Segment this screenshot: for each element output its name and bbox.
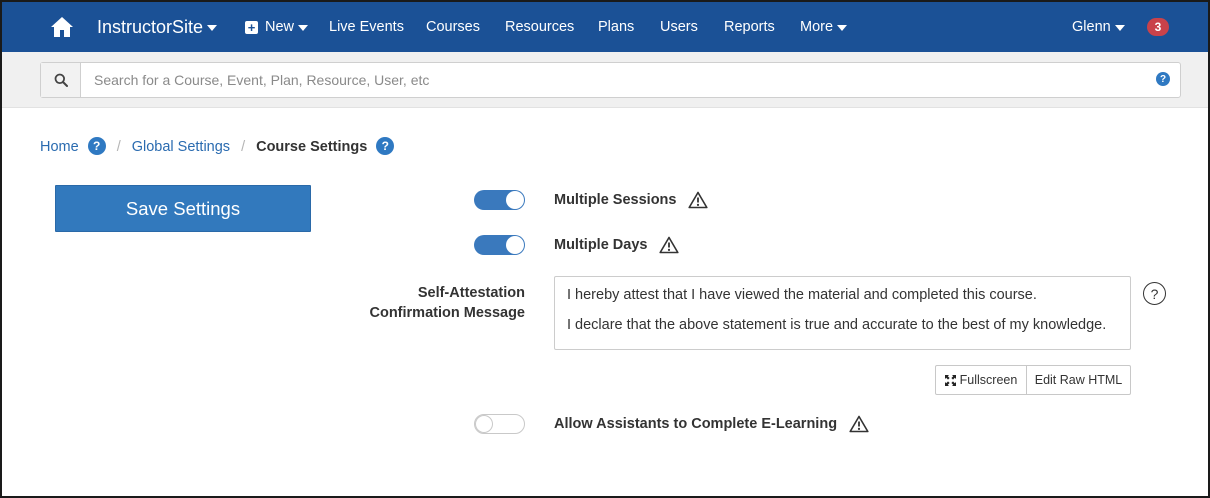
breadcrumb-separator: / — [241, 139, 246, 155]
chevron-down-icon — [837, 25, 848, 31]
question-circle-icon[interactable]: ? — [1143, 282, 1166, 305]
help-circle-icon[interactable]: ? — [1156, 72, 1170, 86]
nav-live-events[interactable]: Live Events — [329, 2, 404, 52]
more-menu-label: More — [800, 19, 834, 35]
fullscreen-label: Fullscreen — [959, 373, 1018, 387]
top-navbar: InstructorSite + New Live Events Courses… — [2, 2, 1208, 52]
multiple-sessions-label: Multiple Sessions — [554, 192, 677, 208]
multiple-days-label: Multiple Days — [554, 237, 648, 253]
self-attestation-editor[interactable]: I hereby attest that I have viewed the m… — [554, 276, 1131, 350]
attestation-paragraph: I declare that the above statement is tr… — [567, 317, 1107, 333]
nav-users[interactable]: Users — [660, 2, 698, 52]
save-settings-button[interactable]: Save Settings — [55, 185, 311, 232]
multiple-days-setting: Multiple Days — [554, 234, 680, 256]
search-icon[interactable] — [41, 63, 81, 97]
chevron-down-icon — [298, 25, 309, 31]
home-icon[interactable] — [50, 2, 74, 52]
new-menu[interactable]: + New — [245, 2, 309, 52]
allow-assistants-setting: Allow Assistants to Complete E-Learning — [554, 413, 869, 435]
user-name: Glenn — [1072, 19, 1111, 35]
search-band: ? — [2, 52, 1208, 108]
brand-menu[interactable]: InstructorSite — [97, 2, 218, 52]
toggle-knob — [506, 236, 524, 254]
expand-icon — [944, 374, 956, 386]
more-menu[interactable]: More — [800, 2, 848, 52]
warning-icon — [659, 236, 680, 254]
nav-plans[interactable]: Plans — [598, 2, 634, 52]
brand-name: InstructorSite — [97, 16, 204, 37]
toggle-knob — [506, 191, 524, 209]
self-attestation-label-line2: Confirmation Message — [369, 305, 526, 321]
chevron-down-icon — [1114, 25, 1125, 31]
nav-courses[interactable]: Courses — [426, 2, 480, 52]
breadcrumb-separator: / — [116, 139, 121, 155]
breadcrumb-current: Course Settings — [256, 139, 368, 155]
nav-resources[interactable]: Resources — [505, 2, 574, 52]
fullscreen-button[interactable]: Fullscreen — [935, 365, 1027, 395]
search-group: ? — [40, 62, 1181, 98]
warning-icon — [688, 191, 709, 209]
attestation-paragraph: I hereby attest that I have viewed the m… — [567, 287, 1037, 303]
chevron-down-icon — [207, 25, 218, 31]
breadcrumb-global-settings[interactable]: Global Settings — [132, 139, 230, 155]
help-circle-icon[interactable]: ? — [376, 136, 395, 155]
plus-square-icon: + — [245, 20, 258, 34]
user-menu[interactable]: Glenn — [1072, 2, 1125, 52]
app-window: InstructorSite + New Live Events Courses… — [0, 0, 1210, 498]
breadcrumb: Home ? / Global Settings / Course Settin… — [40, 135, 395, 159]
multiple-sessions-toggle[interactable] — [474, 190, 525, 210]
toggle-knob — [475, 415, 493, 433]
multiple-sessions-setting: Multiple Sessions — [554, 189, 709, 211]
warning-icon — [849, 415, 869, 433]
allow-assistants-label: Allow Assistants to Complete E-Learning — [554, 416, 838, 432]
search-input[interactable] — [82, 63, 1142, 97]
notification-badge[interactable]: 3 — [1147, 18, 1169, 36]
edit-raw-html-button[interactable]: Edit Raw HTML — [1026, 365, 1131, 395]
help-circle-icon[interactable]: ? — [87, 136, 106, 155]
allow-assistants-toggle[interactable] — [474, 414, 525, 434]
self-attestation-label-line1: Self-Attestation — [417, 285, 525, 301]
new-menu-label: New — [265, 19, 295, 35]
multiple-days-toggle[interactable] — [474, 235, 525, 255]
breadcrumb-home[interactable]: Home — [40, 139, 79, 155]
nav-reports[interactable]: Reports — [724, 2, 775, 52]
self-attestation-label: Self-Attestation Confirmation Message — [362, 283, 526, 323]
